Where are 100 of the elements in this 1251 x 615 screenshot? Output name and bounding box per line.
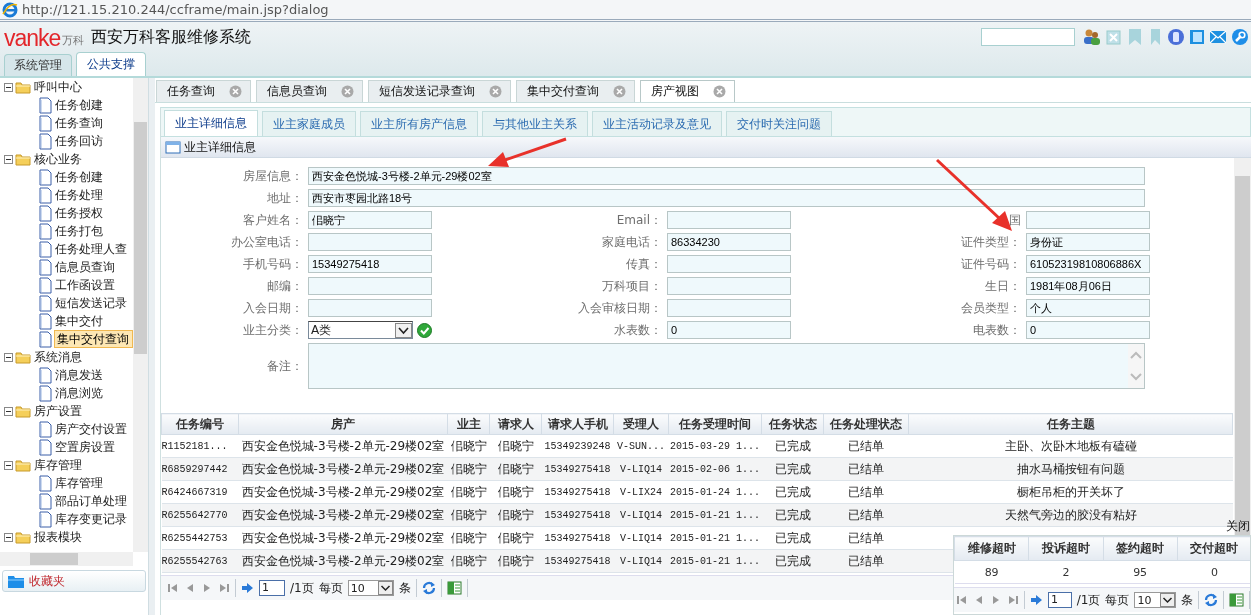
document-tab[interactable]: 任务查询 (156, 80, 251, 102)
input-field[interactable] (308, 299, 432, 317)
close-icon[interactable] (713, 85, 726, 98)
caret-icon[interactable] (377, 581, 393, 595)
first-page-icon[interactable] (956, 594, 968, 606)
tree-item[interactable]: 系统消息 (33, 349, 83, 365)
scroll-up-icon[interactable] (1130, 351, 1142, 359)
column-header[interactable]: 请求人手机 (541, 413, 614, 435)
scrollbar[interactable] (133, 78, 148, 552)
input-field[interactable]: 1981年08月06日 (1026, 277, 1150, 295)
panel-icon[interactable] (1189, 28, 1205, 46)
per-page-select[interactable]: 10 (1134, 592, 1177, 608)
input-field[interactable]: 86334230 (667, 233, 791, 251)
refresh-icon[interactable] (421, 581, 436, 595)
column-header[interactable]: 房产 (238, 413, 448, 435)
column-header[interactable]: 受理人 (613, 413, 669, 435)
tree-item[interactable]: 任务查询 (54, 115, 104, 131)
close-icon[interactable] (229, 85, 242, 98)
input-field[interactable]: 15349275418 (308, 255, 432, 273)
spreadsheet-icon[interactable] (446, 581, 462, 595)
tree-item[interactable]: 库存管理 (33, 457, 83, 473)
wrench-icon[interactable] (1231, 28, 1249, 46)
tree-item[interactable]: 任务创建 (54, 97, 104, 113)
collapse-icon[interactable] (4, 532, 13, 542)
column-header[interactable]: 任务主题 (908, 413, 1233, 435)
document-tab[interactable]: 信息员查询 (256, 80, 363, 102)
tree-item[interactable]: 任务处理 (54, 187, 104, 203)
input-field[interactable]: 0 (667, 321, 791, 339)
phone-icon[interactable] (1167, 28, 1185, 46)
per-page-select[interactable]: 10 (347, 580, 394, 596)
input-field[interactable] (667, 255, 791, 273)
mail-icon[interactable] (1209, 28, 1227, 46)
tree-item[interactable]: 房产交付设置 (54, 421, 128, 437)
tree-item[interactable]: 信息员查询 (54, 259, 116, 275)
tab[interactable]: 业主详细信息 (164, 110, 258, 136)
column-header[interactable]: 任务编号 (161, 413, 239, 435)
tab[interactable]: 交付时关注问题 (726, 111, 832, 136)
document-tab[interactable]: 短信发送记录查询 (368, 80, 511, 102)
tree-item[interactable]: 报表模块 (33, 529, 83, 545)
tree-item[interactable]: 呼叫中心 (33, 79, 83, 95)
module-tab[interactable]: 系统管理 (4, 54, 72, 76)
tree-item[interactable]: 短信发送记录 (54, 295, 128, 311)
tree-item[interactable]: 工作函设置 (54, 277, 116, 293)
input-field[interactable] (667, 277, 791, 295)
last-page-icon[interactable] (218, 582, 230, 594)
input-field[interactable]: 身份证 (1026, 233, 1150, 251)
caret-icon[interactable] (1160, 593, 1176, 607)
tree-item[interactable]: 消息发送 (54, 367, 104, 383)
caret-icon[interactable] (395, 322, 412, 338)
column-header[interactable]: 任务受理时间 (668, 413, 762, 435)
input-field[interactable] (308, 277, 432, 295)
favorites-bar[interactable]: 收藏夹 (2, 570, 146, 592)
column-header[interactable]: 交付超时 (1177, 536, 1250, 561)
tab[interactable]: 业主活动记录及意见 (592, 111, 722, 136)
tree-item[interactable]: 空置房设置 (54, 439, 116, 455)
close-icon[interactable] (341, 85, 354, 98)
column-header[interactable]: 签约超时 (1103, 536, 1178, 561)
go-arrow-icon[interactable] (241, 582, 254, 594)
input-field[interactable]: 61052319810806886X (1026, 255, 1150, 273)
tree-item[interactable]: 部品订单处理 (54, 493, 128, 509)
collapse-icon[interactable] (4, 82, 13, 92)
input-field[interactable]: 佀晓宁 (308, 211, 432, 229)
last-page-icon[interactable] (1007, 594, 1019, 606)
page-field[interactable]: 1 (1047, 592, 1072, 608)
close-icon[interactable] (489, 85, 502, 98)
column-header[interactable]: 投诉超时 (1028, 536, 1103, 561)
column-header[interactable]: 任务处理状态 (823, 413, 909, 435)
column-header[interactable]: 业主 (447, 413, 490, 435)
close-icon[interactable] (613, 85, 626, 98)
bookmark-icon[interactable] (1127, 28, 1143, 46)
tree-item[interactable]: 任务处理人查 (54, 241, 128, 257)
document-tab[interactable]: 房产视图 (640, 80, 735, 102)
tab[interactable]: 业主家庭成员 (262, 111, 356, 136)
tree-item[interactable]: 集中交付 (54, 313, 104, 329)
column-header[interactable]: 任务状态 (761, 413, 824, 435)
tab[interactable]: 业主所有房产信息 (360, 111, 478, 136)
select-field[interactable]: A类 (308, 321, 413, 339)
input-field[interactable]: 个人 (1026, 299, 1150, 317)
collapse-icon[interactable] (4, 406, 13, 416)
favorites-label[interactable]: 收藏夹 (29, 572, 65, 590)
scrollbar[interactable] (0, 552, 133, 566)
module-tab[interactable]: 公共支撑 (76, 52, 146, 76)
text-area[interactable] (308, 343, 1145, 389)
input-field[interactable] (667, 211, 791, 229)
collapse-icon[interactable] (4, 352, 13, 362)
input-field[interactable] (667, 299, 791, 317)
people-icon[interactable] (1083, 28, 1101, 46)
input-field[interactable] (308, 233, 432, 251)
document-tab[interactable]: 集中交付查询 (516, 80, 635, 102)
spreadsheet-icon[interactable] (1229, 593, 1245, 607)
go-arrow-icon[interactable] (1029, 594, 1043, 606)
tree-item[interactable]: 消息浏览 (54, 385, 104, 401)
input-field[interactable]: 西安市枣园北路18号 (308, 189, 1145, 207)
first-page-icon[interactable] (167, 582, 179, 594)
tree-item[interactable]: 集中交付查询 (54, 330, 133, 348)
tree-item[interactable]: 房产设置 (33, 403, 83, 419)
collapse-icon[interactable] (4, 154, 13, 164)
tree-item[interactable]: 库存变更记录 (54, 511, 128, 527)
column-header[interactable]: 请求人 (489, 413, 542, 435)
scroll-down-icon[interactable] (1130, 373, 1142, 381)
